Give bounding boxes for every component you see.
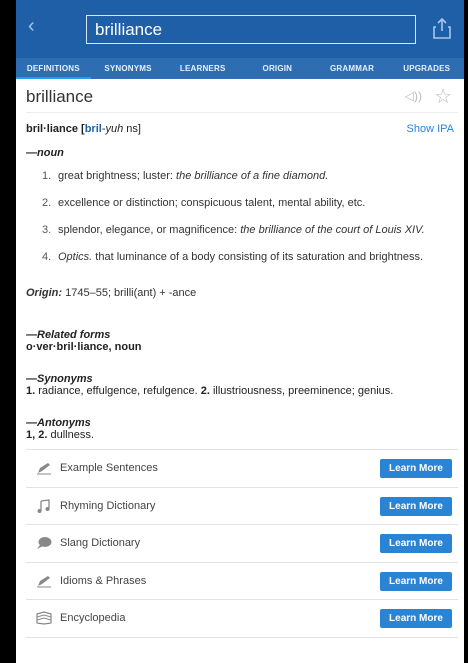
pencil-icon [37,575,51,588]
back-button[interactable]: ‹ [28,14,35,38]
pronunciation-row: bril·liance [bril-yuh ns] Show IPA [26,113,458,143]
pron-end: ns] [123,123,141,135]
synonyms-title: —Synonyms [26,373,93,385]
related-forms-text: o·ver·bril·liance, noun [26,341,142,353]
tab-origin[interactable]: ORIGIN [240,58,315,79]
related-forms: —Related forms o·ver·bril·liance, noun [26,329,458,353]
pronunciation: bril·liance [bril-yuh ns] [26,123,141,135]
origin-label: Origin: [26,287,63,299]
antonyms-title: —Antonyms [26,417,91,429]
origin: Origin: 1745–55; brilli(ant) + -ance [26,287,458,329]
show-ipa-link[interactable]: Show IPA [407,123,455,135]
more-item-label: Example Sentences [60,462,158,474]
definition-list: 1. great brightness; luster: the brillia… [26,169,458,277]
learn-more-button[interactable]: Learn More [380,459,452,478]
stressed-syllable: bril [84,123,102,135]
dictionary-app: ‹ brilliance DEFINITIONS SYNONYMS LEARNE… [16,0,464,663]
pencil-icon [37,463,51,475]
more-item-encyclopedia: Encyclopedia Learn More [26,600,458,638]
definition-item: 2. excellence or distinction; conspicuou… [42,196,458,223]
synonyms-text: 1. radiance, effulgence, refulgence. 2. … [26,385,394,397]
definition-text: Optics. that luminance of a body consist… [58,251,424,263]
tab-bar: DEFINITIONS SYNONYMS LEARNERS ORIGIN GRA… [16,58,464,79]
share-icon[interactable] [432,16,452,40]
learn-more-button[interactable]: Learn More [380,571,452,591]
speaker-icon[interactable]: ◁)) [405,89,422,103]
definition-content: brilliance ◁)) ☆ bril·liance [bril-yuh n… [16,79,464,638]
definition-number: 4. [42,251,52,263]
more-item-example-sentences: Example Sentences Learn More [26,450,458,488]
tab-grammar[interactable]: GRAMMAR [315,58,390,79]
search-input[interactable]: brilliance [86,15,416,44]
definition-item: 3. splendor, elegance, or magnificence: … [42,223,458,250]
definition-number: 2. [42,197,52,209]
antonyms-text: 1, 2. dullness. [26,429,94,441]
more-item-rhyming-dictionary: Rhyming Dictionary Learn More [26,488,458,526]
part-of-speech: —noun [26,147,64,159]
more-item-slang-dictionary: Slang Dictionary Learn More [26,525,458,563]
definition-text: splendor, elegance, or magnificence: the… [58,224,425,236]
learn-more-button[interactable]: Learn More [380,496,452,516]
more-item-label: Encyclopedia [60,612,126,625]
tab-synonyms[interactable]: SYNONYMS [91,58,166,79]
speech-bubble-icon [37,537,52,550]
more-item-label: Slang Dictionary [60,537,141,550]
learn-more-button[interactable]: Learn More [380,534,452,554]
antonyms: —Antonyms 1, 2. dullness. [26,417,458,441]
learn-more-list: Example Sentences Learn More Rhyming Dic… [26,449,458,638]
definition-text: great brightness; luster: the brilliance… [58,170,329,182]
more-item-label: Idioms & Phrases [60,574,147,587]
book-icon [36,611,52,625]
origin-text: 1745–55; brilli(ant) + -ance [62,287,197,299]
tab-definitions[interactable]: DEFINITIONS [16,58,91,79]
related-forms-title: —Related forms [26,329,111,341]
definition-number: 3. [42,224,52,236]
tab-learners[interactable]: LEARNERS [165,58,240,79]
definition-item: 4. Optics. that luminance of a body cons… [42,250,458,277]
music-note-icon [37,498,50,513]
definition-item: 1. great brightness; luster: the brillia… [42,169,458,196]
headword: brilliance [26,87,94,106]
syllabification: bril·liance [ [26,123,85,135]
more-item-idioms-phrases: Idioms & Phrases Learn More [26,563,458,601]
app-header: ‹ brilliance [16,0,464,58]
pron-yuh: yuh [105,123,124,135]
learn-more-button[interactable]: Learn More [380,609,452,629]
more-item-label: Rhyming Dictionary [60,499,156,512]
synonyms: —Synonyms 1. radiance, effulgence, reful… [26,373,458,397]
tab-upgrades[interactable]: UPGRADES [389,58,464,79]
definition-number: 1. [42,170,52,182]
star-icon[interactable]: ☆ [434,84,452,109]
headword-row: brilliance ◁)) ☆ [26,79,458,113]
definition-text: excellence or distinction; conspicuous t… [58,197,366,209]
